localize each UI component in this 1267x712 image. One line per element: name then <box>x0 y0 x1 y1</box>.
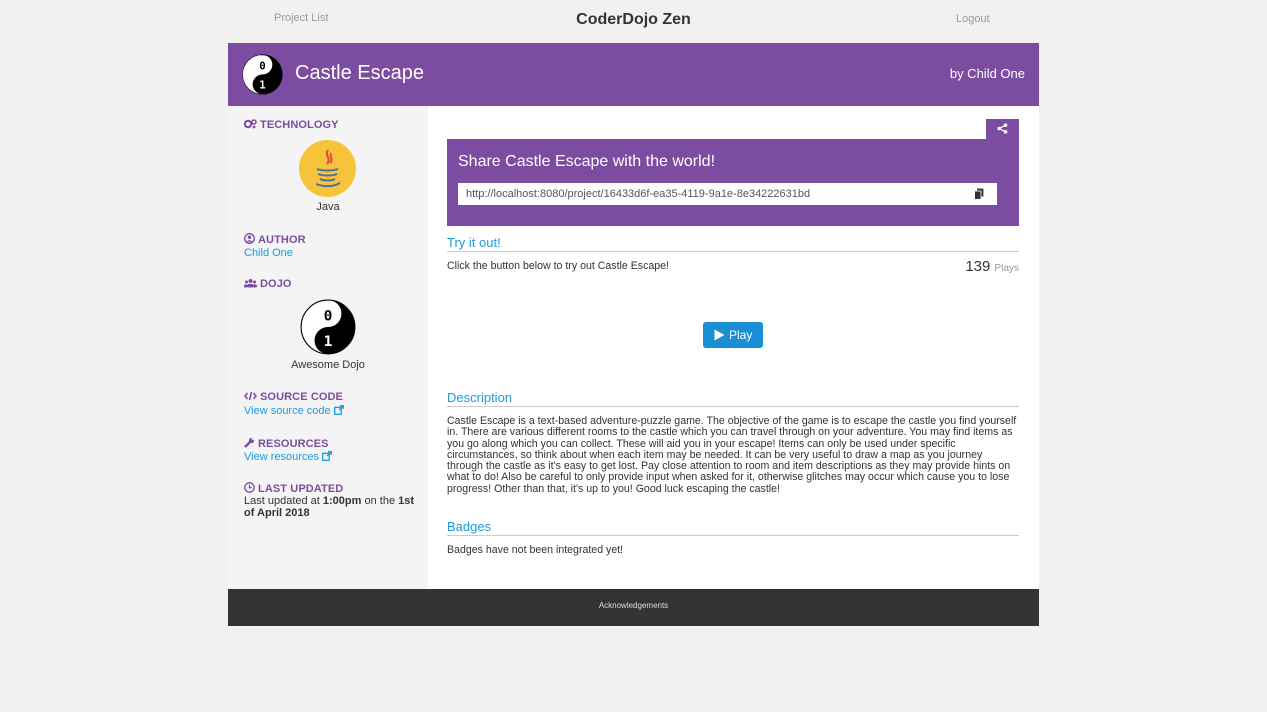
project-main: Share Castle Escape with the world! Try … <box>447 106 1019 589</box>
plays-counter: 139 Plays <box>965 258 1019 275</box>
svg-text:1: 1 <box>324 333 333 350</box>
top-nav: Project List CoderDojo Zen Logout <box>0 0 1267 43</box>
share-url-input[interactable] <box>458 183 997 205</box>
users-icon <box>244 279 257 288</box>
try-it-out-text: Click the button below to try out Castle… <box>447 260 669 272</box>
brand-title: CoderDojo Zen <box>576 11 691 28</box>
dojo-heading-label: DOJO <box>260 278 292 290</box>
share-title: Share Castle Escape with the world! <box>458 153 716 170</box>
last-updated-text: Last updated at 1:00pm on the 1st of Apr… <box>244 495 419 519</box>
resources-heading-label: RESOURCES <box>258 438 329 450</box>
play-button-label: Play <box>729 328 753 342</box>
technology-heading: TECHNOLOGY <box>243 119 339 131</box>
external-link-icon <box>322 451 333 461</box>
description-text: Castle Escape is a text-based adventure-… <box>447 415 1019 495</box>
external-link-icon <box>333 405 344 415</box>
share-panel: Share Castle Escape with the world! <box>447 139 1019 226</box>
acknowledgements-link[interactable]: Acknowledgements <box>228 601 1039 610</box>
java-icon <box>299 140 356 197</box>
dojo-name: Awesome Dojo <box>291 359 365 371</box>
view-resources-link[interactable]: View resources <box>244 451 333 463</box>
gears-icon <box>243 119 257 129</box>
technology-name: Java <box>316 201 340 213</box>
play-icon <box>714 329 725 341</box>
description-line: progress! Other than that, it's up to yo… <box>447 482 780 495</box>
last-updated-middle: on the <box>361 495 399 507</box>
svg-text:1: 1 <box>259 78 265 91</box>
user-circle-icon <box>244 233 255 244</box>
view-source-code-label: View source code <box>244 405 331 417</box>
dojo-logo-icon: 0 1 <box>242 54 283 95</box>
wrench-icon <box>244 437 255 448</box>
footer: Acknowledgements <box>228 589 1039 626</box>
last-updated-prefix: Last updated at <box>244 495 323 507</box>
description-line: in. There are various different rooms to… <box>447 426 1013 439</box>
author-heading: AUTHOR <box>244 233 306 246</box>
share-toggle-button[interactable] <box>986 119 1019 139</box>
share-icon <box>997 123 1008 134</box>
svg-text:0: 0 <box>259 60 265 73</box>
source-code-heading: SOURCE CODE <box>243 391 343 403</box>
project-title: Castle Escape <box>295 62 424 84</box>
last-updated-time: 1:00pm <box>322 495 362 507</box>
project-body: TECHNOLOGY Java AUTHOR Child One DOJO 0 … <box>228 106 1039 589</box>
project-header: 0 1 Castle Escape by Child One <box>228 43 1039 106</box>
logout-link[interactable]: Logout <box>956 13 990 25</box>
dojo-logo-icon: 0 1 <box>300 299 356 355</box>
badges-heading: Badges <box>447 519 1019 536</box>
clock-icon <box>244 482 255 493</box>
last-updated-heading-label: LAST UPDATED <box>258 483 344 495</box>
technology-heading-label: TECHNOLOGY <box>260 119 339 131</box>
last-updated-heading: LAST UPDATED <box>244 482 343 495</box>
source-code-heading-label: SOURCE CODE <box>260 391 343 403</box>
code-icon <box>243 391 258 401</box>
badges-text: Badges have not been integrated yet! <box>447 544 624 556</box>
play-button[interactable]: Play <box>703 322 763 348</box>
plays-label: Plays <box>994 263 1019 274</box>
copy-icon[interactable] <box>974 188 984 200</box>
project-sidebar: TECHNOLOGY Java AUTHOR Child One DOJO 0 … <box>228 106 428 589</box>
project-container: 0 1 Castle Escape by Child One TECHNOLOG… <box>228 43 1039 589</box>
author-link[interactable]: Child One <box>244 247 293 259</box>
view-source-code-link[interactable]: View source code <box>244 405 344 417</box>
author-heading-label: AUTHOR <box>258 234 306 246</box>
view-resources-label: View resources <box>244 451 319 463</box>
plays-count: 139 <box>965 258 991 275</box>
svg-text:0: 0 <box>324 307 333 324</box>
description-heading: Description <box>447 390 1019 407</box>
dojo-heading: DOJO <box>244 278 292 290</box>
try-it-out-heading: Try it out! <box>447 235 1019 252</box>
resources-heading: RESOURCES <box>244 437 329 450</box>
project-byline: by Child One <box>949 66 1025 81</box>
